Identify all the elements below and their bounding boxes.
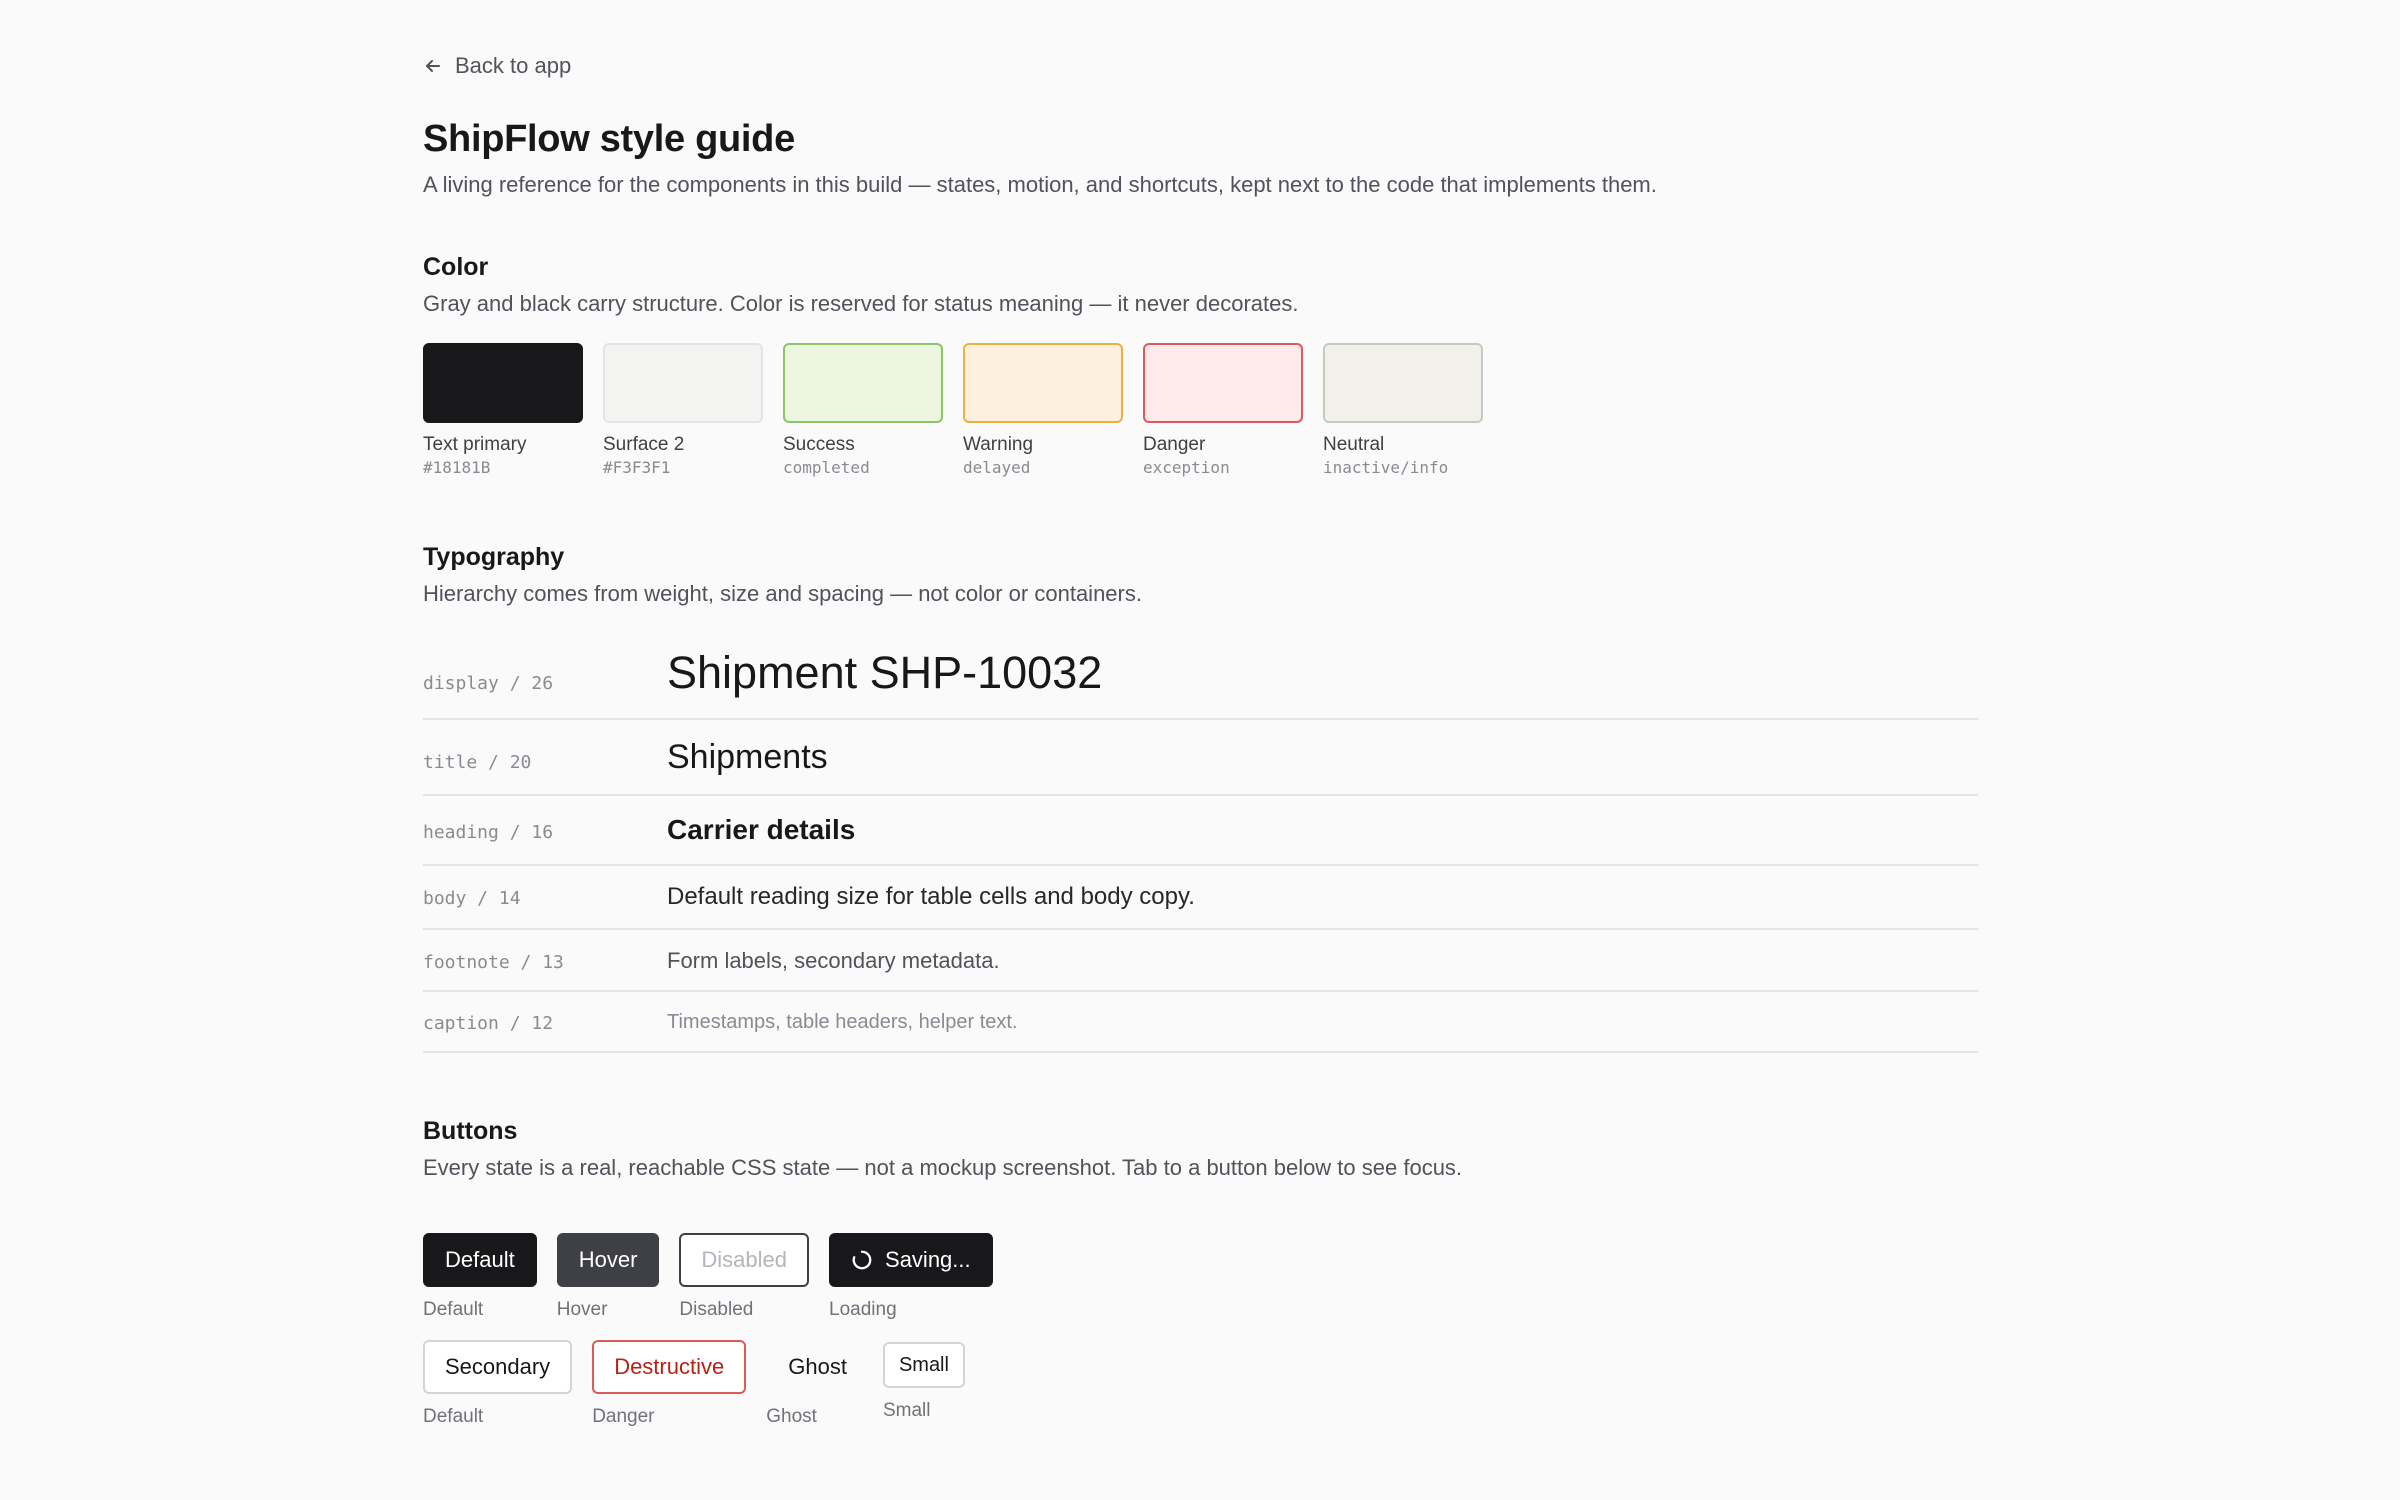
button-state-loading: Saving... Loading bbox=[829, 1233, 993, 1321]
page-title: ShipFlow style guide bbox=[423, 118, 795, 160]
button-caption: Loading bbox=[829, 1299, 897, 1320]
button-variant-ghost: Ghost Ghost bbox=[766, 1340, 869, 1428]
swatch-name: Success bbox=[783, 434, 855, 455]
button-caption: Danger bbox=[592, 1406, 655, 1427]
type-token: heading / 16 bbox=[423, 822, 554, 843]
back-to-app-link[interactable]: Back to app bbox=[423, 53, 571, 79]
type-sample: Form labels, secondary metadata. bbox=[667, 948, 1000, 973]
swatch-code: delayed bbox=[963, 458, 1031, 477]
swatch-chip bbox=[423, 343, 583, 423]
button-variant-secondary: Secondary Default bbox=[423, 1340, 573, 1428]
button-caption: Disabled bbox=[679, 1299, 754, 1320]
swatch-code: #18181B bbox=[423, 458, 491, 477]
swatch-danger: Danger exception bbox=[1143, 343, 1303, 477]
button-variant-small: Small Small bbox=[882, 1342, 965, 1422]
swatch-success: Success completed bbox=[783, 343, 943, 477]
type-token: footnote / 13 bbox=[423, 952, 564, 973]
type-row-heading: heading / 16 Carrier details bbox=[423, 796, 1978, 866]
type-row-body: body / 14 Default reading size for table… bbox=[423, 866, 1978, 930]
default-button[interactable]: Default bbox=[423, 1233, 537, 1287]
small-button[interactable]: Small bbox=[882, 1342, 965, 1388]
swatch-code: inactive/info bbox=[1323, 458, 1449, 477]
button-variant-danger: Destructive Danger bbox=[592, 1340, 747, 1428]
disabled-button: Disabled bbox=[679, 1233, 810, 1287]
swatch-text-primary: Text primary #18181B bbox=[423, 343, 583, 477]
type-token: display / 26 bbox=[423, 673, 554, 694]
button-caption: Default bbox=[423, 1406, 484, 1427]
swatch-code: exception bbox=[1143, 458, 1230, 477]
buttons-section-description: Every state is a real, reachable CSS sta… bbox=[423, 1155, 1463, 1180]
type-sample: Default reading size for table cells and… bbox=[667, 883, 1195, 910]
swatch-name: Surface 2 bbox=[603, 434, 685, 455]
hover-button[interactable]: Hover bbox=[556, 1233, 660, 1287]
destructive-button[interactable]: Destructive bbox=[592, 1340, 747, 1394]
type-scale-table: display / 26 Shipment SHP-10032 title / … bbox=[423, 643, 1978, 1053]
button-state-disabled: Disabled Disabled bbox=[679, 1233, 810, 1321]
button-state-hover: Hover Hover bbox=[556, 1233, 660, 1321]
color-section-description: Gray and black carry structure. Color is… bbox=[423, 291, 1299, 316]
type-token: caption / 12 bbox=[423, 1013, 554, 1034]
button-caption: Default bbox=[423, 1299, 484, 1320]
swatch-code: completed bbox=[783, 458, 870, 477]
swatch-neutral: Neutral inactive/info bbox=[1323, 343, 1483, 477]
button-caption: Small bbox=[882, 1400, 931, 1421]
type-row-display: display / 26 Shipment SHP-10032 bbox=[423, 643, 1978, 720]
type-sample: Carrier details bbox=[667, 814, 856, 845]
secondary-button[interactable]: Secondary bbox=[423, 1340, 573, 1394]
type-token: title / 20 bbox=[423, 752, 532, 773]
type-row-caption: caption / 12 Timestamps, table headers, … bbox=[423, 992, 1978, 1053]
arrow-left-icon bbox=[426, 60, 440, 72]
swatch-name: Neutral bbox=[1323, 434, 1385, 455]
typography-section-title: Typography bbox=[423, 543, 565, 571]
type-row-title: title / 20 Shipments bbox=[423, 720, 1978, 796]
saving-button-label: Saving... bbox=[885, 1247, 971, 1272]
page-subtitle: A living reference for the components in… bbox=[423, 172, 1657, 197]
buttons-section-title: Buttons bbox=[423, 1117, 518, 1145]
swatch-code: #F3F3F1 bbox=[603, 458, 671, 477]
swatch-chip bbox=[1323, 343, 1483, 423]
swatch-warning: Warning delayed bbox=[963, 343, 1123, 477]
swatch-name: Warning bbox=[963, 434, 1034, 455]
swatch-chip bbox=[783, 343, 943, 423]
swatch-surface-2: Surface 2 #F3F3F1 bbox=[603, 343, 763, 477]
button-variants: Secondary Default Destructive Danger Gho… bbox=[423, 1340, 965, 1428]
ghost-button[interactable]: Ghost bbox=[766, 1340, 869, 1394]
button-caption: Hover bbox=[556, 1299, 608, 1320]
back-link-label: Back to app bbox=[455, 53, 572, 78]
typography-section-description: Hierarchy comes from weight, size and sp… bbox=[423, 581, 1142, 606]
primary-button-states: Default Default Hover Hover Disabled Dis… bbox=[423, 1233, 993, 1321]
swatch-chip bbox=[963, 343, 1123, 423]
swatch-chip bbox=[603, 343, 763, 423]
type-sample: Shipment SHP-10032 bbox=[667, 647, 1103, 698]
spinner-icon bbox=[852, 1250, 872, 1270]
button-state-default: Default Default bbox=[423, 1233, 537, 1321]
type-sample: Timestamps, table headers, helper text. bbox=[667, 1011, 1018, 1033]
color-swatches: Text primary #18181B Surface 2 #F3F3F1 S… bbox=[423, 343, 1483, 477]
type-sample: Shipments bbox=[667, 738, 828, 776]
button-caption: Ghost bbox=[766, 1406, 817, 1427]
saving-button[interactable]: Saving... bbox=[829, 1233, 993, 1287]
swatch-name: Danger bbox=[1143, 434, 1206, 455]
type-row-footnote: footnote / 13 Form labels, secondary met… bbox=[423, 930, 1978, 992]
swatch-chip bbox=[1143, 343, 1303, 423]
swatch-name: Text primary bbox=[423, 434, 527, 455]
type-token: body / 14 bbox=[423, 888, 521, 909]
color-section-title: Color bbox=[423, 253, 489, 281]
